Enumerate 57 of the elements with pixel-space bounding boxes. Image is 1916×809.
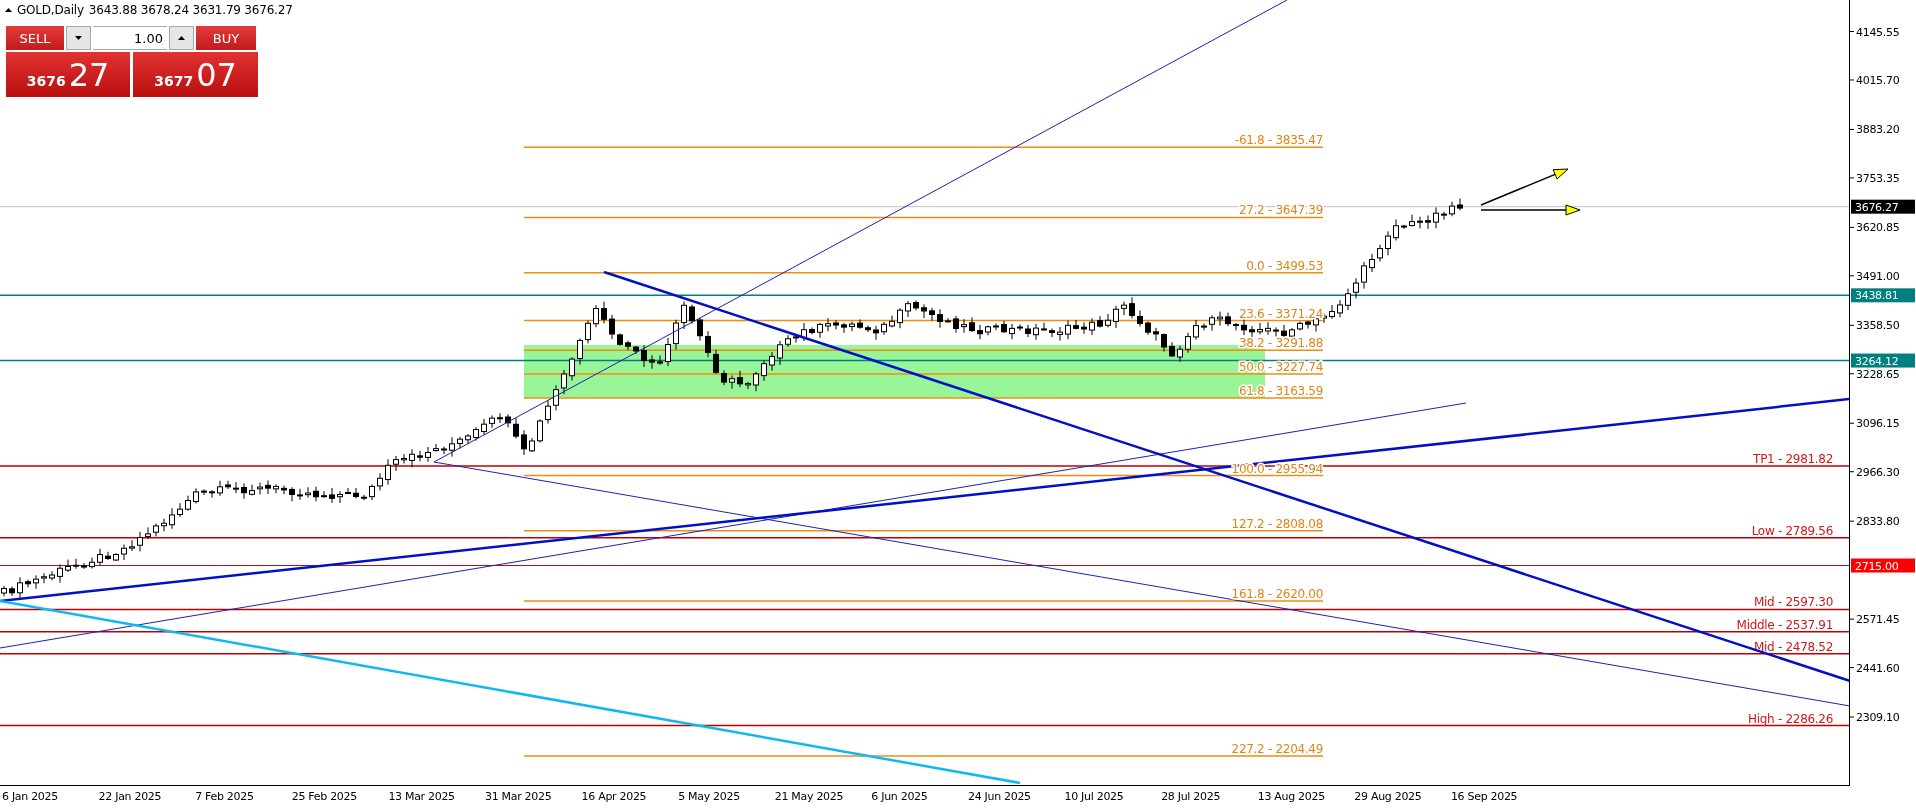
level-label: Mid - 2597.30 — [1754, 595, 1833, 610]
level-label: Low - 2789.56 — [1751, 523, 1833, 538]
fib-level-label: 61.8 - 3163.59 — [1238, 384, 1323, 399]
price-axis-label: 4015.70 — [1856, 73, 1900, 87]
time-axis-label: 24 Jun 2025 — [967, 789, 1032, 805]
ohlc-values: 3643.88 3678.24 3631.79 3676.27 — [88, 3, 293, 17]
price-tag-label: 2715.00 — [1855, 559, 1899, 573]
level-label: Middle - 2537.91 — [1736, 617, 1833, 632]
price-axis-label: 3228.65 — [1856, 367, 1900, 381]
buy-button[interactable]: BUY — [196, 26, 256, 50]
level-label: TP1 - 2981.82 — [1753, 451, 1833, 466]
price-axis-label: 3620.85 — [1856, 221, 1900, 235]
price-axis-label: 3096.15 — [1856, 417, 1900, 431]
time-axis-label: 13 Aug 2025 — [1257, 789, 1326, 805]
fib-level-label: 161.8 - 2620.00 — [1231, 587, 1323, 601]
time-axis-label: 31 Mar 2025 — [484, 789, 553, 805]
fib-level-label: 227.2 - 2204.49 — [1231, 742, 1323, 757]
sell-button[interactable]: SELL — [6, 26, 64, 50]
price-axis-label: 3753.35 — [1856, 171, 1900, 185]
price-axis-label: 2833.80 — [1856, 515, 1900, 529]
time-axis-label: 28 Jul 2025 — [1161, 789, 1222, 805]
time-axis-label: 7 Feb 2025 — [195, 789, 255, 805]
time-axis-label: 6 Jun 2025 — [871, 789, 929, 805]
time-axis-label: 21 May 2025 — [774, 789, 845, 805]
time-axis-label: 16 Sep 2025 — [1450, 789, 1519, 805]
fib-level-label: 127.2 - 2808.08 — [1231, 516, 1323, 531]
time-axis-label: 25 Feb 2025 — [291, 789, 358, 805]
time-axis-label: 10 Jul 2025 — [1064, 789, 1125, 805]
price-axis-label: 3358.50 — [1856, 319, 1900, 333]
time-axis-label: 29 Aug 2025 — [1354, 789, 1423, 805]
level-label: Mid - 2478.52 — [1754, 639, 1833, 654]
level-label: High - 2286.26 — [1748, 711, 1833, 726]
fib-level-label: 50.0 - 3227.74 — [1238, 360, 1323, 375]
price-axis-label: 2309.10 — [1856, 711, 1900, 725]
price-axis-label: 4145.55 — [1856, 25, 1900, 39]
price-tag-label: 3676.27 — [1855, 200, 1899, 214]
sell-price-button[interactable]: 3676 27 — [6, 52, 130, 97]
time-axis-label: 16 Apr 2025 — [581, 789, 648, 805]
price-axis-label: 2966.30 — [1856, 465, 1900, 479]
volume-field[interactable]: 1.00 — [93, 26, 167, 50]
fib-level-label: 0.0 - 3499.53 — [1246, 258, 1323, 273]
price-axis-label: 3883.20 — [1856, 123, 1900, 137]
time-axis-label: 13 Mar 2025 — [388, 789, 456, 805]
fib-level-label: 38.2 - 3291.88 — [1238, 336, 1323, 351]
price-tag-label: 3264.12 — [1855, 354, 1899, 368]
symbol-label: GOLD,Daily — [17, 3, 84, 17]
time-axis-label: 5 May 2025 — [678, 789, 741, 805]
fib-level-label: 27.2 - 3647.39 — [1238, 203, 1323, 218]
time-axis-label: 6 Jan 2025 — [2, 789, 59, 805]
price-axis-label: 2571.45 — [1856, 613, 1900, 627]
buy-price-button[interactable]: 3677 07 — [133, 52, 258, 97]
fib-level-label: -61.8 - 3835.47 — [1234, 133, 1323, 148]
price-tag-label: 3438.81 — [1855, 289, 1899, 303]
price-axis-label: 2441.60 — [1856, 661, 1900, 675]
price-axis-label: 3491.00 — [1856, 269, 1900, 283]
fib-level-label: 23.6 - 3371.24 — [1238, 306, 1323, 321]
time-axis-label: 22 Jan 2025 — [98, 789, 163, 805]
